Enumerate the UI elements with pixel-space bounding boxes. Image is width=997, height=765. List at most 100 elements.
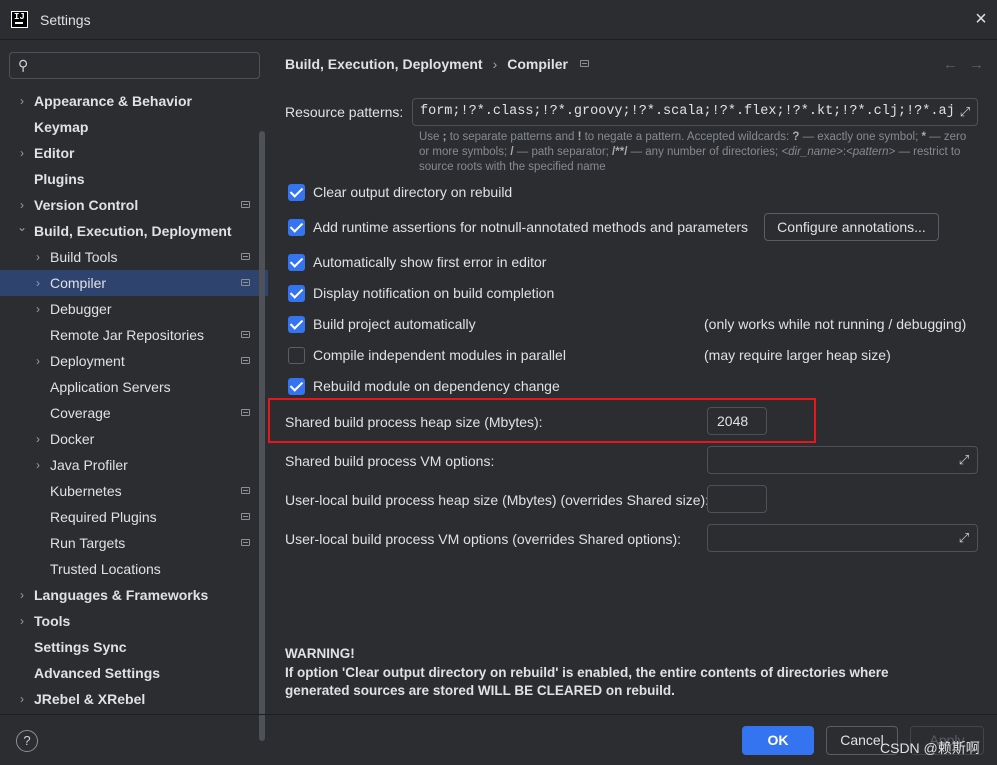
project-level-icon <box>241 513 250 520</box>
sidebar-item-docker[interactable]: › Docker <box>0 426 268 452</box>
parallel-compile-checkbox[interactable] <box>288 347 305 364</box>
chevron-right-icon[interactable]: › <box>16 140 28 166</box>
expand-icon[interactable]: ⤢ <box>956 530 972 546</box>
chevron-right-icon[interactable]: › <box>16 88 28 114</box>
sidebar-item-build-execution-deployment[interactable]: ⌄ Build, Execution, Deployment <box>0 218 268 244</box>
runtime-assertions-checkbox[interactable] <box>288 219 305 236</box>
breadcrumb: Build, Execution, Deployment › Compiler <box>285 56 568 72</box>
sidebar-item-label: Compiler <box>50 275 107 291</box>
sidebar-item-label: Tools <box>34 613 71 629</box>
project-level-icon <box>241 201 250 208</box>
warning-line-2: generated sources are stored WILL BE CLE… <box>285 683 675 698</box>
window-title: Settings <box>40 12 91 28</box>
chevron-right-icon[interactable]: › <box>32 348 44 374</box>
sidebar-item-plugins[interactable]: Plugins <box>0 166 268 192</box>
warning-title: WARNING! <box>285 646 355 661</box>
chevron-right-icon[interactable]: › <box>32 452 44 478</box>
sidebar-item-trusted-locations[interactable]: Trusted Locations <box>0 556 268 582</box>
sidebar-item-coverage[interactable]: Coverage <box>0 400 268 426</box>
breadcrumb-parent[interactable]: Build, Execution, Deployment <box>285 56 483 72</box>
project-level-icon <box>241 253 250 260</box>
sidebar-item-required-plugins[interactable]: Required Plugins <box>0 504 268 530</box>
clear-output-label[interactable]: Clear output directory on rebuild <box>313 184 512 200</box>
sidebar-item-label: JRebel & XRebel <box>34 691 146 707</box>
project-level-icon <box>241 487 250 494</box>
sidebar-item-debugger[interactable]: › Debugger <box>0 296 268 322</box>
user-vm-options-label: User-local build process VM options (ove… <box>285 531 682 547</box>
expand-icon[interactable]: ⤢ <box>957 104 973 120</box>
chevron-down-icon[interactable]: ⌄ <box>16 214 28 240</box>
chevron-right-icon[interactable]: › <box>32 270 44 296</box>
chevron-right-icon[interactable]: › <box>32 244 44 270</box>
chevron-right-icon[interactable]: › <box>32 426 44 452</box>
show-first-error-label[interactable]: Automatically show first error in editor <box>313 254 546 270</box>
sidebar-item-compiler[interactable]: › Compiler <box>0 270 268 296</box>
sidebar-item-label: Appearance & Behavior <box>34 93 192 109</box>
chevron-right-icon[interactable]: › <box>16 582 28 608</box>
heap-size-label: Shared build process heap size (Mbytes): <box>285 414 543 430</box>
sidebar-item-appearance-behavior[interactable]: › Appearance & Behavior <box>0 88 268 114</box>
heap-size-input[interactable]: 2048 <box>707 407 767 435</box>
chevron-right-icon[interactable]: › <box>32 296 44 322</box>
vm-options-label: Shared build process VM options: <box>285 453 495 469</box>
rebuild-on-dependency-checkbox[interactable] <box>288 378 305 395</box>
forward-arrow-icon[interactable]: → <box>969 56 984 73</box>
sidebar-item-deployment[interactable]: › Deployment <box>0 348 268 374</box>
warning-line-1: If option 'Clear output directory on reb… <box>285 664 889 680</box>
sidebar-item-editor[interactable]: › Editor <box>0 140 268 166</box>
sidebar-item-settings-sync[interactable]: Settings Sync <box>0 634 268 660</box>
back-arrow-icon[interactable]: ← <box>943 56 958 73</box>
sidebar-item-label: Version Control <box>34 197 139 213</box>
help-icon[interactable]: ? <box>16 730 38 752</box>
sidebar-item-remote-jar-repositories[interactable]: Remote Jar Repositories <box>0 322 268 348</box>
user-heap-size-input[interactable] <box>707 485 767 513</box>
search-input[interactable] <box>40 56 250 76</box>
sidebar-item-keymap[interactable]: Keymap <box>0 114 268 140</box>
vm-options-input[interactable]: ⤢ <box>707 446 978 474</box>
sidebar-item-label: Build, Execution, Deployment <box>34 223 232 239</box>
sidebar-item-jrebel-xrebel[interactable]: › JRebel & XRebel <box>0 686 268 712</box>
configure-annotations-button[interactable]: Configure annotations... <box>764 213 939 241</box>
sidebar-item-kubernetes[interactable]: Kubernetes <box>0 478 268 504</box>
sidebar-item-tools[interactable]: › Tools <box>0 608 268 634</box>
sidebar-item-label: Docker <box>50 431 95 447</box>
sidebar-item-label: Deployment <box>50 353 125 369</box>
sidebar-item-label: Settings Sync <box>34 639 127 655</box>
sidebar-item-label: Coverage <box>50 405 111 421</box>
show-first-error-checkbox[interactable] <box>288 254 305 271</box>
rebuild-on-dependency-label[interactable]: Rebuild module on dependency change <box>313 378 560 394</box>
settings-tree: › Appearance & Behavior Keymap › Editor Plugi… <box>0 88 268 712</box>
ok-button[interactable]: OK <box>742 726 814 755</box>
build-automatically-checkbox[interactable] <box>288 316 305 333</box>
chevron-right-icon[interactable]: › <box>16 608 28 634</box>
close-icon[interactable]: × <box>972 9 990 29</box>
sidebar-item-application-servers[interactable]: Application Servers <box>0 374 268 400</box>
sidebar-item-label: Application Servers <box>50 379 171 395</box>
heap-size-value: 2048 <box>717 413 749 429</box>
user-vm-options-input[interactable]: ⤢ <box>707 524 978 552</box>
build-notification-checkbox[interactable] <box>288 285 305 302</box>
search-box[interactable]: ⚲ <box>9 52 260 79</box>
footer-divider <box>0 714 997 715</box>
sidebar-item-label: Keymap <box>34 119 89 135</box>
intellij-logo-icon: IJ <box>11 11 28 28</box>
sidebar-item-java-profiler[interactable]: › Java Profiler <box>0 452 268 478</box>
expand-icon[interactable]: ⤢ <box>956 452 972 468</box>
sidebar-item-label: Trusted Locations <box>50 561 161 577</box>
resource-patterns-field[interactable]: form;!?*.class;!?*.groovy;!?*.scala;!?*.… <box>412 98 978 126</box>
clear-output-checkbox[interactable] <box>288 184 305 201</box>
parallel-compile-label[interactable]: Compile independent modules in parallel <box>313 347 566 363</box>
runtime-assertions-label[interactable]: Add runtime assertions for notnull-annot… <box>313 219 748 235</box>
sidebar-item-version-control[interactable]: › Version Control <box>0 192 268 218</box>
build-automatically-label[interactable]: Build project automatically <box>313 316 476 332</box>
build-notification-label[interactable]: Display notification on build completion <box>313 285 554 301</box>
sidebar-item-run-targets[interactable]: Run Targets <box>0 530 268 556</box>
chevron-right-icon[interactable]: › <box>16 686 28 712</box>
project-level-icon <box>241 409 250 416</box>
warning-text: WARNING! If option 'Clear output directo… <box>285 645 965 701</box>
sidebar-scrollbar[interactable] <box>259 131 265 741</box>
sidebar-item-languages-frameworks[interactable]: › Languages & Frameworks <box>0 582 268 608</box>
resource-patterns-label: Resource patterns: <box>285 104 404 120</box>
sidebar-item-advanced-settings[interactable]: Advanced Settings <box>0 660 268 686</box>
sidebar-item-build-tools[interactable]: › Build Tools <box>0 244 268 270</box>
